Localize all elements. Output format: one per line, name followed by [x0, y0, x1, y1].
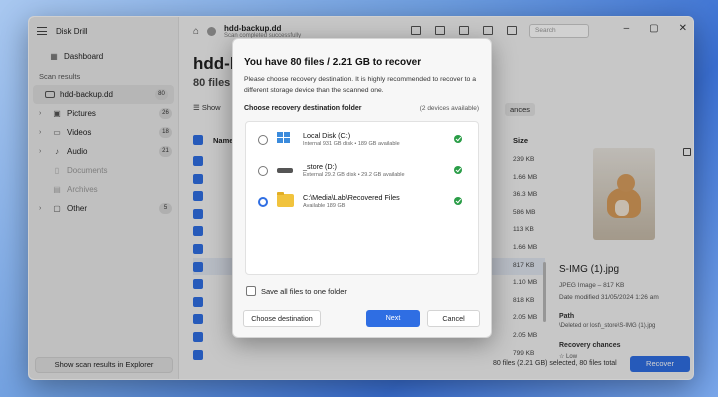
choose-destination-button[interactable]: Choose destination: [243, 310, 321, 327]
destination-local-disk[interactable]: Local Disk (C:) Internal 931 GB disk • 1…: [246, 126, 478, 152]
destination-radio[interactable]: [258, 135, 268, 145]
destination-recovered-files[interactable]: C:\Media\Lab\Recovered Files Available 1…: [246, 188, 478, 214]
check-icon: [454, 135, 462, 143]
cancel-button[interactable]: Cancel: [427, 310, 480, 327]
recovery-destination-dialog: You have 80 files / 2.21 GB to recover P…: [232, 38, 492, 338]
dialog-description: Please choose recovery destination. It i…: [244, 76, 476, 94]
folder-icon: [277, 192, 294, 207]
destination-name: Local Disk (C:): [303, 131, 351, 140]
dialog-title: You have 80 files / 2.21 GB to recover: [244, 57, 422, 68]
destination-radio[interactable]: [258, 166, 268, 176]
save-all-checkbox[interactable]: [246, 286, 256, 296]
devices-available: (2 devices available): [419, 105, 479, 112]
external-drive-icon: [277, 163, 293, 173]
check-icon: [454, 166, 462, 174]
destination-info: Internal 931 GB disk • 189 GB available: [303, 141, 400, 147]
destination-name: C:\Media\Lab\Recovered Files: [303, 193, 400, 202]
destination-info: External 29.2 GB disk • 29.2 GB availabl…: [303, 172, 405, 178]
destination-radio-selected[interactable]: [258, 197, 268, 207]
save-all-label: Save all files to one folder: [261, 286, 347, 296]
dialog-subheading: Choose recovery destination folder: [244, 105, 362, 112]
destination-list: Local Disk (C:) Internal 931 GB disk • 1…: [245, 121, 479, 275]
save-all-checkbox-row[interactable]: Save all files to one folder: [246, 286, 347, 296]
destination-name: _store (D:): [303, 162, 337, 171]
next-button[interactable]: Next: [366, 310, 420, 327]
check-icon: [454, 197, 462, 205]
destination-info: Available 189 GB: [303, 203, 346, 209]
destination-store[interactable]: _store (D:) External 29.2 GB disk • 29.2…: [246, 157, 478, 183]
windows-drive-icon: [277, 132, 293, 144]
